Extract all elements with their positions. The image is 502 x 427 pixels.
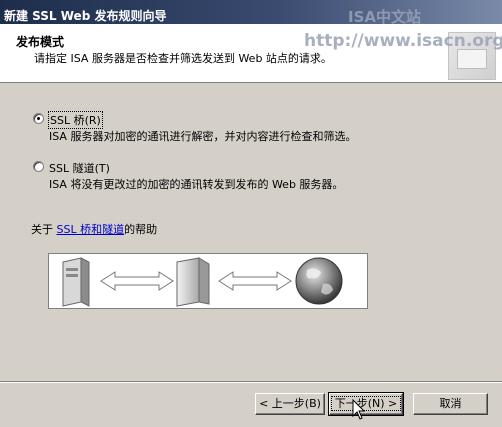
ssl-bridge-description: ISA 服务器对加密的通讯进行解密，并对内容进行检查和筛选。 — [49, 130, 357, 143]
window-title: 新建 SSL Web 发布规则向导 — [4, 9, 167, 23]
footer-divider — [0, 381, 502, 383]
help-suffix: 的帮助 — [124, 223, 158, 236]
cancel-button[interactable]: 取消 — [413, 393, 488, 415]
double-arrow-icon — [218, 271, 292, 291]
watermark-line2: http://www.isacn.org — [304, 31, 502, 51]
header-title: 发布模式 — [16, 35, 65, 49]
help-text: 关于 SSL 桥和隧道的帮助 — [31, 221, 157, 237]
header-description: 请指定 ISA 服务器是否检查并筛选发送到 Web 站点的请求。 — [34, 52, 332, 65]
help-prefix: 关于 — [31, 223, 57, 236]
ssl-tunnel-radio[interactable] — [33, 161, 44, 172]
ssl-bridge-label[interactable]: SSL 桥(R) — [48, 111, 103, 129]
ssl-diagram — [48, 253, 368, 309]
next-button-label: 下一步(N) > — [330, 396, 402, 411]
ssl-bridge-radio[interactable] — [33, 113, 44, 124]
back-button-label: < 上一步(B) — [259, 397, 321, 410]
help-link[interactable]: SSL 桥和隧道 — [57, 223, 125, 236]
isa-server-icon — [176, 257, 210, 307]
double-arrow-icon — [100, 271, 174, 291]
cancel-button-label: 取消 — [439, 397, 462, 410]
ssl-tunnel-label[interactable]: SSL 隧道(T) — [49, 160, 110, 176]
watermark-line1: ISA中文站 — [348, 8, 421, 26]
ssl-tunnel-description: ISA 将没有更改过的加密的通讯转发到发布的 Web 服务器。 — [49, 178, 344, 191]
watermark: ISA中文站 http://www.isacn.org — [304, 5, 502, 53]
client-computer-icon — [62, 257, 90, 307]
back-button[interactable]: < 上一步(B) — [255, 393, 325, 415]
mouse-pointer-icon — [352, 399, 366, 420]
internet-globe-icon — [295, 257, 343, 305]
next-button[interactable]: 下一步(N) > — [328, 392, 404, 416]
ssl-diagram-graphic — [62, 257, 343, 307]
